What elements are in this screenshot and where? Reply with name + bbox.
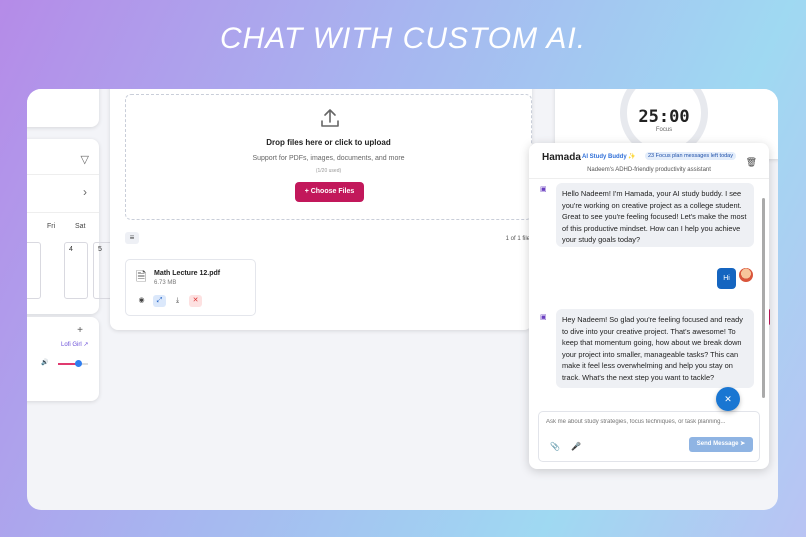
file-name: Math Lecture 12.pdf bbox=[154, 270, 221, 277]
messages-left-badge: 23 Focus plan messages left today bbox=[645, 152, 736, 160]
volume-slider-thumb[interactable] bbox=[74, 360, 82, 367]
volume-icon: 🔊 bbox=[41, 360, 49, 366]
upload-card: Drop files here or click to upload Suppo… bbox=[110, 89, 532, 330]
day-number: 4 bbox=[69, 246, 73, 253]
day-number: 5 bbox=[98, 246, 102, 253]
file-card[interactable]: 🗎 Math Lecture 12.pdf 6.73 MB ◉ ⤢ ⤓ ✕ bbox=[125, 259, 256, 316]
day-label-fri: Fri bbox=[47, 223, 56, 230]
bot-icon: ▣ bbox=[540, 186, 547, 193]
day-cell[interactable] bbox=[27, 242, 41, 299]
chat-header: Hamada AI Study Buddy ✨ 23 Focus plan me… bbox=[529, 143, 769, 179]
drop-zone-subtitle: Support for PDFs, images, documents, and… bbox=[252, 155, 405, 162]
microphone-icon[interactable]: 🎤 bbox=[571, 442, 581, 451]
filter-icon[interactable]: ▽ bbox=[81, 153, 89, 166]
timer-mode: Focus bbox=[655, 127, 673, 133]
assistant-role: AI Study Buddy ✨ bbox=[582, 154, 636, 160]
chat-panel: Hamada AI Study Buddy ✨ 23 Focus plan me… bbox=[529, 143, 769, 469]
chevron-right-icon[interactable]: › bbox=[83, 185, 87, 199]
chat-input-box: 📎 🎤 Send Message ➤ bbox=[538, 411, 760, 462]
user-avatar bbox=[739, 268, 753, 282]
drop-zone[interactable]: Drop files here or click to upload Suppo… bbox=[125, 94, 532, 220]
user-message: Hi bbox=[717, 268, 736, 289]
hero-title: CHAT WITH CUSTOM AI. bbox=[219, 22, 587, 55]
expand-icon[interactable]: ⤢ bbox=[153, 295, 166, 307]
plus-icon[interactable]: + bbox=[77, 325, 83, 336]
choose-files-button[interactable]: + Choose Files bbox=[295, 182, 364, 202]
music-card: + Lofi Girl ↗ 🔊 bbox=[27, 317, 99, 401]
file-pager: 1 of 1 file bbox=[505, 236, 530, 242]
bot-icon: ▣ bbox=[540, 314, 547, 321]
upload-usage: (1/20 used) bbox=[315, 168, 342, 174]
delete-icon[interactable]: ✕ bbox=[189, 295, 202, 307]
music-source-link[interactable]: Lofi Girl ↗ bbox=[61, 341, 88, 348]
ai-message: Hello Nadeem! I'm Hamada, your AI study … bbox=[556, 183, 754, 247]
ai-message: Hey Nadeem! So glad you're feeling focus… bbox=[556, 309, 754, 388]
divider bbox=[27, 174, 99, 175]
upload-icon bbox=[321, 109, 339, 127]
eye-icon[interactable]: ◉ bbox=[135, 295, 148, 307]
assistant-name: Hamada bbox=[542, 152, 581, 163]
list-view-icon[interactable]: ≡ bbox=[125, 232, 139, 244]
chat-scrollbar[interactable] bbox=[762, 198, 765, 398]
chat-input[interactable] bbox=[546, 419, 756, 425]
file-size: 6.73 MB bbox=[154, 280, 177, 286]
divider bbox=[27, 212, 99, 213]
left-top-card bbox=[27, 89, 99, 127]
assistant-subtitle: Nadeem's ADHD-friendly productivity assi… bbox=[587, 167, 711, 173]
send-message-button[interactable]: Send Message ➤ bbox=[689, 437, 753, 452]
download-icon[interactable]: ⤓ bbox=[171, 295, 184, 307]
paperclip-icon[interactable]: 📎 bbox=[550, 442, 560, 451]
timer-value: 25:00 bbox=[638, 107, 690, 127]
file-icon: 🗎 bbox=[136, 269, 147, 284]
drop-zone-title: Drop files here or click to upload bbox=[266, 138, 391, 147]
close-chat-button[interactable]: ✕ bbox=[716, 387, 740, 411]
day-cell-4[interactable]: 4 bbox=[64, 242, 88, 299]
day-label-sat: Sat bbox=[75, 223, 86, 230]
calendar-card: ▽ › Fri Sat 4 5 bbox=[27, 139, 117, 314]
